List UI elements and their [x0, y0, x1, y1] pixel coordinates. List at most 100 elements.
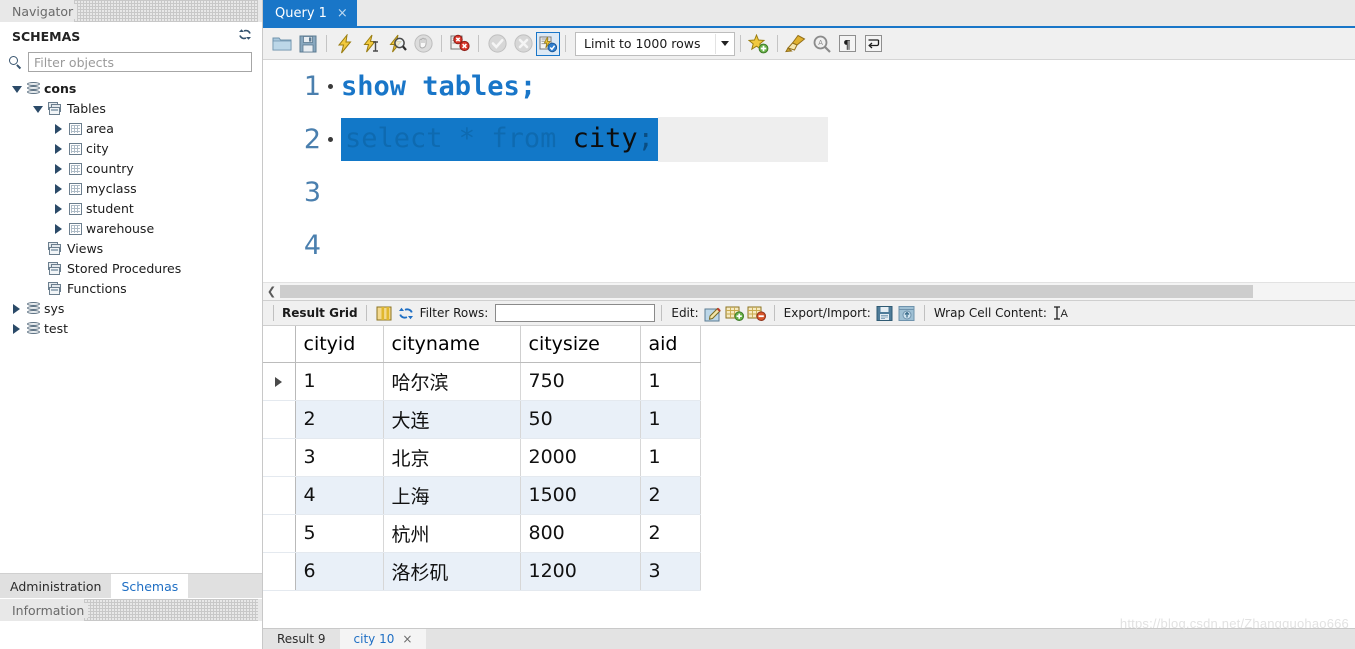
column-header-citysize[interactable]: citysize [520, 326, 641, 363]
row-selector[interactable] [263, 552, 296, 591]
execute-statement-icon[interactable] [332, 31, 358, 57]
row-selector[interactable] [263, 400, 296, 439]
cell-cityname[interactable]: 上海 [383, 476, 521, 515]
cell-citysize[interactable]: 750 [520, 362, 641, 401]
wrap-cell-icon[interactable]: A [1050, 302, 1072, 324]
find-icon[interactable]: A [809, 31, 835, 57]
chevron-right-icon[interactable] [52, 204, 65, 214]
sidebar-tab-schemas[interactable]: Schemas [111, 574, 189, 598]
delete-row-icon[interactable] [746, 302, 768, 324]
grid-view-icon[interactable] [373, 302, 395, 324]
cell-aid[interactable]: 3 [640, 552, 701, 591]
refresh-icon[interactable] [238, 28, 252, 44]
chevron-right-icon[interactable] [10, 304, 23, 314]
cell-cityname[interactable]: 哈尔滨 [383, 362, 521, 401]
import-recordset-icon[interactable] [896, 302, 918, 324]
edit-cell-icon[interactable] [702, 302, 724, 324]
tree-item-myclass[interactable]: myclass [0, 179, 262, 199]
column-header-cityname[interactable]: cityname [383, 326, 521, 363]
sql-code-editor[interactable]: 1 show tables; 2 select * from city; 3 4 [263, 60, 1355, 282]
add-snippet-icon[interactable] [746, 31, 772, 57]
row-selector[interactable] [263, 514, 296, 553]
filter-objects-input[interactable] [28, 52, 252, 72]
tab-query-1[interactable]: Query 1 × [263, 0, 357, 26]
toggle-stop-on-error-icon[interactable] [447, 31, 473, 57]
tree-item-area[interactable]: area [0, 119, 262, 139]
tree-item-stored-procedures[interactable]: Stored Procedures [0, 259, 262, 279]
code-line-3[interactable]: 3 [263, 166, 1355, 219]
tree-item-sys[interactable]: sys [0, 299, 262, 319]
insert-row-icon[interactable] [724, 302, 746, 324]
commit-icon[interactable] [484, 31, 510, 57]
cell-cityid[interactable]: 4 [295, 476, 384, 515]
code-line-4[interactable]: 4 [263, 219, 1355, 272]
table-row[interactable]: 1 哈尔滨 750 1 [263, 362, 701, 401]
tree-item-functions[interactable]: Functions [0, 279, 262, 299]
column-header-aid[interactable]: aid [640, 326, 701, 363]
row-selector[interactable] [263, 362, 296, 401]
save-script-icon[interactable] [295, 31, 321, 57]
row-selector[interactable] [263, 476, 296, 515]
refresh-grid-icon[interactable] [395, 302, 417, 324]
toggle-invisible-chars-icon[interactable]: ¶ [835, 31, 861, 57]
cell-aid[interactable]: 2 [640, 514, 701, 553]
cell-citysize[interactable]: 1200 [520, 552, 641, 591]
table-row[interactable]: 2 大连 50 1 [263, 400, 701, 439]
cell-citysize[interactable]: 2000 [520, 438, 641, 477]
code-line-1[interactable]: 1 show tables; [263, 60, 1355, 113]
chevron-right-icon[interactable] [52, 124, 65, 134]
execute-current-statement-icon[interactable] [358, 31, 384, 57]
rollback-icon[interactable] [510, 31, 536, 57]
cell-cityname[interactable]: 杭州 [383, 514, 521, 553]
result-tab-city-10[interactable]: city 10 × [339, 629, 427, 649]
cell-cityid[interactable]: 3 [295, 438, 384, 477]
table-row[interactable]: 5 杭州 800 2 [263, 514, 701, 553]
close-icon[interactable]: × [402, 632, 412, 646]
table-row[interactable]: 4 上海 1500 2 [263, 476, 701, 515]
editor-horizontal-scrollbar[interactable]: ❮ [263, 282, 1355, 300]
scroll-left-icon[interactable]: ❮ [263, 285, 280, 298]
chevron-right-icon[interactable] [52, 144, 65, 154]
tree-item-warehouse[interactable]: warehouse [0, 219, 262, 239]
cell-aid[interactable]: 1 [640, 362, 701, 401]
cell-citysize[interactable]: 50 [520, 400, 641, 439]
cell-aid[interactable]: 1 [640, 400, 701, 439]
tree-item-student[interactable]: student [0, 199, 262, 219]
sidebar-tab-administration[interactable]: Administration [0, 574, 111, 598]
chevron-right-icon[interactable] [10, 324, 23, 334]
tree-item-city[interactable]: city [0, 139, 262, 159]
autocommit-icon[interactable] [536, 31, 560, 56]
cell-cityname[interactable]: 大连 [383, 400, 521, 439]
cell-citysize[interactable]: 800 [520, 514, 641, 553]
filter-rows-input[interactable] [495, 304, 656, 322]
chevron-right-icon[interactable] [52, 224, 65, 234]
tree-item-cons[interactable]: cons [0, 79, 262, 99]
table-row[interactable]: 6 洛杉矶 1200 3 [263, 552, 701, 591]
row-selector[interactable] [263, 438, 296, 477]
code-line-2[interactable]: 2 select * from city; [263, 113, 1355, 166]
limit-rows-dropdown[interactable]: Limit to 1000 rows [575, 31, 735, 56]
cell-cityid[interactable]: 6 [295, 552, 384, 591]
result-grid[interactable]: cityid cityname citysize aid 1 哈尔滨 750 1 2 大连 50 1… [263, 326, 1355, 628]
close-icon[interactable]: × [337, 7, 348, 20]
chevron-down-icon[interactable] [31, 105, 44, 113]
cell-cityname[interactable]: 洛杉矶 [383, 552, 521, 591]
explain-query-icon[interactable] [384, 31, 410, 57]
beautify-sql-icon[interactable] [783, 31, 809, 57]
tree-item-tables[interactable]: Tables [0, 99, 262, 119]
cell-aid[interactable]: 2 [640, 476, 701, 515]
export-recordset-icon[interactable] [874, 302, 896, 324]
cell-aid[interactable]: 1 [640, 438, 701, 477]
cell-cityname[interactable]: 北京 [383, 438, 521, 477]
chevron-right-icon[interactable] [52, 184, 65, 194]
cell-cityid[interactable]: 1 [295, 362, 384, 401]
cell-citysize[interactable]: 1500 [520, 476, 641, 515]
tree-item-test[interactable]: test [0, 319, 262, 339]
cell-cityid[interactable]: 5 [295, 514, 384, 553]
scrollbar-thumb[interactable] [280, 285, 1253, 298]
toggle-wrapping-icon[interactable] [861, 31, 887, 57]
table-row[interactable]: 3 北京 2000 1 [263, 438, 701, 477]
result-tab-result-9[interactable]: Result 9 [263, 629, 340, 649]
stop-execution-icon[interactable] [410, 31, 436, 57]
column-header-cityid[interactable]: cityid [295, 326, 384, 363]
